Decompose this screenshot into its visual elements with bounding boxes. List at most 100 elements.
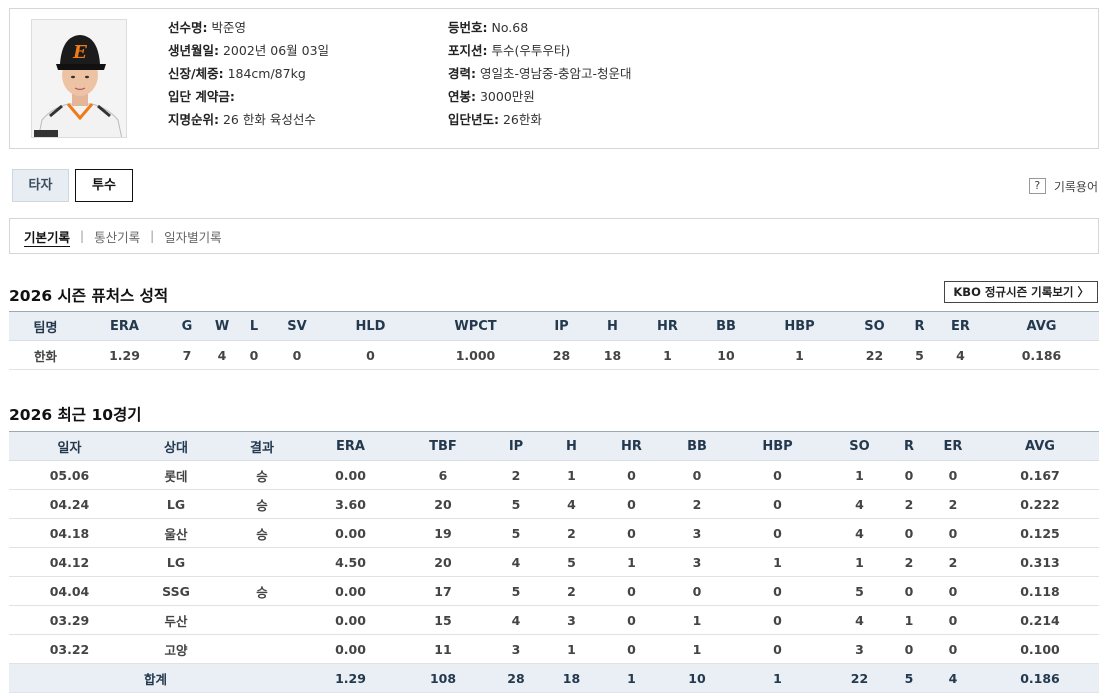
season-stats-table: 팀명 ERA G W L SV HLD WPCT IP H HR BB HBP SO R ER AVG 한화 1.… [9, 311, 1099, 370]
table-cell: 0 [925, 460, 981, 490]
column-header: IP [533, 311, 590, 341]
table-cell: 04.04 [9, 576, 130, 606]
column-header: HR [635, 311, 700, 341]
table-cell: 0 [893, 634, 925, 664]
column-header: R [893, 431, 925, 461]
table-cell: 0 [665, 460, 729, 490]
table-cell: 22 [826, 663, 893, 693]
table-cell: 19 [399, 518, 487, 548]
table-cell: 03.29 [9, 605, 130, 635]
table-cell: 0 [925, 576, 981, 606]
column-header: W [207, 311, 237, 341]
table-cell: 22 [847, 340, 902, 370]
profile-info-right: 등번호: No.68 포지션: 투수(우투우타) 경력: 영일초-영남중-충암고… [448, 19, 632, 134]
subnav-separator: | [150, 229, 155, 243]
table-cell: 0.100 [981, 634, 1099, 664]
table-cell: 4 [826, 605, 893, 635]
table-cell: 1.29 [82, 340, 167, 370]
column-header: HR [598, 431, 665, 461]
season-stats-title: 2026 시즌 퓨처스 성적 [9, 287, 169, 305]
table-cell: 5 [893, 663, 925, 693]
table-cell: 1 [729, 663, 826, 693]
tab-pitcher[interactable]: 투수 [75, 169, 133, 202]
tab-batter[interactable]: 타자 [12, 169, 69, 202]
table-cell: 5 [826, 576, 893, 606]
table-row: 한화 1.29 7 4 0 0 0 1.000 28 18 1 10 1 22 5 4 0.186 [9, 340, 1099, 370]
column-header: R [902, 311, 937, 341]
table-cell: 0 [598, 605, 665, 635]
info-draft-rank: 지명순위: 26 한화 육성선수 [168, 112, 316, 127]
column-header: HBP [729, 431, 826, 461]
table-cell [222, 605, 302, 635]
table-cell: 1.29 [302, 663, 399, 693]
glossary-link[interactable]: ? 기록용어 [1028, 177, 1098, 195]
table-cell: 5 [487, 518, 545, 548]
table-cell: SSG [130, 576, 222, 606]
table-cell: 0.00 [302, 634, 399, 664]
table-cell: 4 [487, 605, 545, 635]
table-cell: 울산 [130, 518, 222, 548]
table-cell: 0 [925, 634, 981, 664]
column-header: AVG [981, 431, 1099, 461]
table-cell: 승 [222, 518, 302, 548]
table-cell: 11 [399, 634, 487, 664]
info-player-name: 선수명: 박준영 [168, 20, 246, 35]
table-cell: 0 [598, 576, 665, 606]
column-header: AVG [984, 311, 1099, 341]
table-cell: 28 [487, 663, 545, 693]
player-profile-card: E 선수명: 박준영 생년월일: 2002년 06월 03일 신장/체중: 18… [9, 8, 1099, 149]
table-cell: 1 [665, 605, 729, 635]
table-cell: 1 [665, 634, 729, 664]
table-cell: 04.24 [9, 489, 130, 519]
column-header: 상대 [130, 431, 222, 461]
table-cell: 두산 [130, 605, 222, 635]
kbo-regular-season-button[interactable]: KBO 정규시즌 기록보기 〉 [944, 281, 1098, 303]
profile-info-left: 선수명: 박준영 생년월일: 2002년 06월 03일 신장/체중: 184c… [168, 19, 329, 134]
table-cell: 10 [700, 340, 752, 370]
table-cell: 0 [925, 605, 981, 635]
season-header-row: 팀명 ERA G W L SV HLD WPCT IP H HR BB HBP SO R ER AVG [9, 311, 1099, 341]
table-cell: 28 [533, 340, 590, 370]
table-cell: 5 [545, 547, 598, 577]
column-header: HBP [752, 311, 847, 341]
table-row: 04.04 SSG 승 0.00 17 5 2 0 0 0 5 0 0 0.118 [9, 576, 1099, 606]
table-cell: 3 [665, 547, 729, 577]
svg-text:E: E [72, 42, 87, 63]
table-cell: 승 [222, 576, 302, 606]
table-cell: 0 [893, 518, 925, 548]
column-header: 팀명 [9, 311, 82, 341]
table-cell: 0.186 [984, 340, 1099, 370]
recent-games-title: 2026 최근 10경기 [9, 406, 142, 424]
column-header: IP [487, 431, 545, 461]
table-cell: 5 [902, 340, 937, 370]
table-cell: 0.125 [981, 518, 1099, 548]
table-cell: 0 [598, 634, 665, 664]
table-cell: 0 [665, 576, 729, 606]
subnav-daily-record[interactable]: 일자별기록 [164, 227, 222, 246]
table-cell [222, 547, 302, 577]
subnav-career-record[interactable]: 통산기록 [94, 227, 140, 246]
table-cell: 7 [167, 340, 207, 370]
glossary-label: 기록용어 [1053, 179, 1098, 194]
info-signing-bonus: 입단 계약금: [168, 89, 235, 104]
subnav-basic-record[interactable]: 기본기록 [24, 227, 70, 246]
column-header: ER [937, 311, 984, 341]
table-row: 03.22 고양 0.00 11 3 1 0 1 0 3 0 0 0.100 [9, 634, 1099, 664]
table-cell: 3 [826, 634, 893, 664]
table-cell: 0.222 [981, 489, 1099, 519]
table-cell: 0.214 [981, 605, 1099, 635]
table-cell: 04.12 [9, 547, 130, 577]
column-header: SO [826, 431, 893, 461]
column-header: H [545, 431, 598, 461]
table-cell: 10 [665, 663, 729, 693]
column-header: 결과 [222, 431, 302, 461]
table-cell: 0.313 [981, 547, 1099, 577]
recent-header-row: 일자 상대 결과 ERA TBF IP H HR BB HBP SO R ER AVG [9, 431, 1099, 461]
table-cell: 05.06 [9, 460, 130, 490]
table-cell: 4 [925, 663, 981, 693]
table-cell: 0 [893, 460, 925, 490]
info-birthdate: 생년월일: 2002년 06월 03일 [168, 43, 330, 58]
recent-games-table: 일자 상대 결과 ERA TBF IP H HR BB HBP SO R ER AVG 05.06 롯데 승 0… [9, 431, 1099, 693]
column-header: ERA [82, 311, 167, 341]
table-cell: 20 [399, 489, 487, 519]
